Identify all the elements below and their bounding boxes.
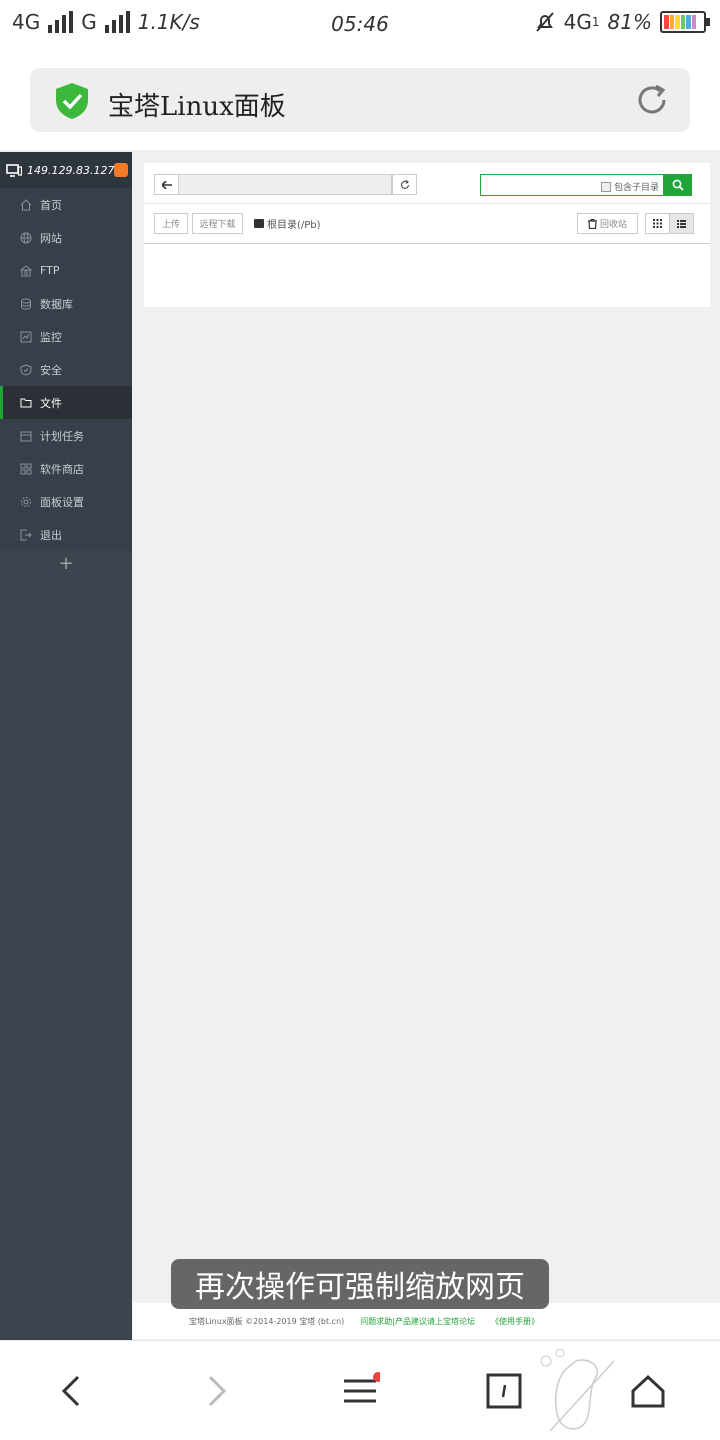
sidebar-item-label: 文件 [40,396,62,410]
trash-icon [587,218,597,229]
folder-icon [20,398,32,407]
root-directory-link[interactable]: 根目录(/Pb) [254,216,321,231]
divider [144,203,710,204]
home-icon [20,198,32,210]
logout-icon [20,529,32,540]
sim-index: 1 [591,15,600,29]
server-host[interactable]: 149.129.83.127 [0,152,132,188]
status-bar: 4G G 1.1K/s 05:46 4G 1 81% [0,0,720,50]
search-button[interactable] [664,174,692,196]
home-icon[interactable] [628,1371,668,1411]
list-view-icon [677,219,686,228]
mute-icon [535,12,554,32]
sidebar-item-settings[interactable]: 面板设置 [0,485,132,518]
ftp-icon [20,264,32,276]
refresh-icon [400,179,409,189]
sidebar-item-cron[interactable]: 计划任务 [0,419,132,452]
gear-icon [21,496,31,507]
globe-icon [20,232,32,243]
sidebar-item-security[interactable]: 安全 [0,353,132,386]
reload-icon[interactable] [634,82,670,118]
footprint-watermark [540,1348,615,1432]
address-bar[interactable]: 宝塔Linux面板 [30,68,690,132]
network-type-3: 4G [563,10,592,34]
back-button[interactable] [154,174,179,195]
server-ip: 149.129.83.127 [27,163,115,177]
database-icon [21,298,31,309]
sidebar-item-store[interactable]: 软件商店 [0,452,132,485]
sidebar-item-label: 面板设置 [40,495,84,509]
refresh-button[interactable] [392,174,417,195]
calendar-icon [20,431,32,441]
computer-icon [6,163,22,177]
sidebar-item-ftp[interactable]: FTP [0,254,132,287]
sidebar-item-home[interactable]: 首页 [0,188,132,221]
back-icon[interactable] [52,1371,92,1411]
sidebar: 149.129.83.127 首页 网站 FTP 数据库 监控 安全 文件 计划… [0,152,132,1340]
sidebar-item-website[interactable]: 网站 [0,221,132,254]
manual-link[interactable]: 《使用手册》 [491,1316,539,1327]
secure-shield-icon [56,83,88,119]
tabs-icon[interactable] [484,1371,524,1411]
upload-button[interactable]: 上传 [154,213,188,234]
sidebar-item-label: FTP [40,264,60,277]
copyright-text: 宝塔Linux面板 ©2014-2019 宝塔 (bt.cn) [189,1316,345,1326]
checkbox-box[interactable] [600,181,611,192]
forum-link[interactable]: 问题求助|产品建议请上宝塔论坛 [360,1316,475,1327]
notification-badge[interactable] [114,163,128,177]
shield-icon [20,363,32,376]
file-manager-panel: 包含子目录 上传 远程下载 根目录(/Pb) 回收站 [144,163,710,307]
sidebar-item-label: 网站 [40,231,62,245]
table-header-divider [144,243,710,244]
add-menu-button[interactable]: + [0,553,132,574]
sidebar-item-label: 安全 [40,363,62,377]
zoom-toast: 再次操作可强制缩放网页 [171,1259,549,1309]
battery-percent: 81% [607,10,652,34]
sidebar-item-label: 数据库 [40,297,73,311]
forward-icon[interactable] [196,1371,236,1411]
sidebar-item-database[interactable]: 数据库 [0,287,132,320]
browser-toolbar: 宝塔Linux面板 [0,50,720,150]
root-dir-label: 根目录(/Pb) [267,220,321,231]
menu-icon[interactable] [340,1371,380,1411]
sidebar-item-label: 首页 [40,198,62,212]
file-search-input[interactable]: 包含子目录 [480,174,664,196]
sidebar-item-monitor[interactable]: 监控 [0,320,132,353]
sidebar-item-label: 退出 [40,528,62,542]
remote-download-button[interactable]: 远程下载 [192,213,243,234]
include-subdir-checkbox[interactable]: 包含子目录 [600,180,659,193]
grid-icon [20,463,32,474]
grid-view-icon [653,219,662,228]
sidebar-item-logout[interactable]: 退出 [0,518,132,551]
sidebar-item-label: 计划任务 [40,429,84,443]
sidebar-item-label: 监控 [40,330,62,344]
arrow-left-icon [161,180,172,189]
list-view-button[interactable] [669,213,694,234]
monitor-icon [20,331,32,342]
page-title: 宝塔Linux面板 [108,92,286,122]
disk-icon [254,219,264,228]
recycle-bin-label: 回收站 [599,220,627,230]
include-subdir-label: 包含子目录 [613,183,659,193]
recycle-bin-button[interactable]: 回收站 [577,213,638,234]
path-input[interactable] [178,174,392,195]
grid-view-button[interactable] [645,213,670,234]
sidebar-item-label: 软件商店 [40,462,84,476]
browser-nav-bar [0,1340,720,1440]
sidebar-item-files[interactable]: 文件 [0,386,132,419]
battery-icon [660,11,710,33]
search-icon [672,179,684,191]
